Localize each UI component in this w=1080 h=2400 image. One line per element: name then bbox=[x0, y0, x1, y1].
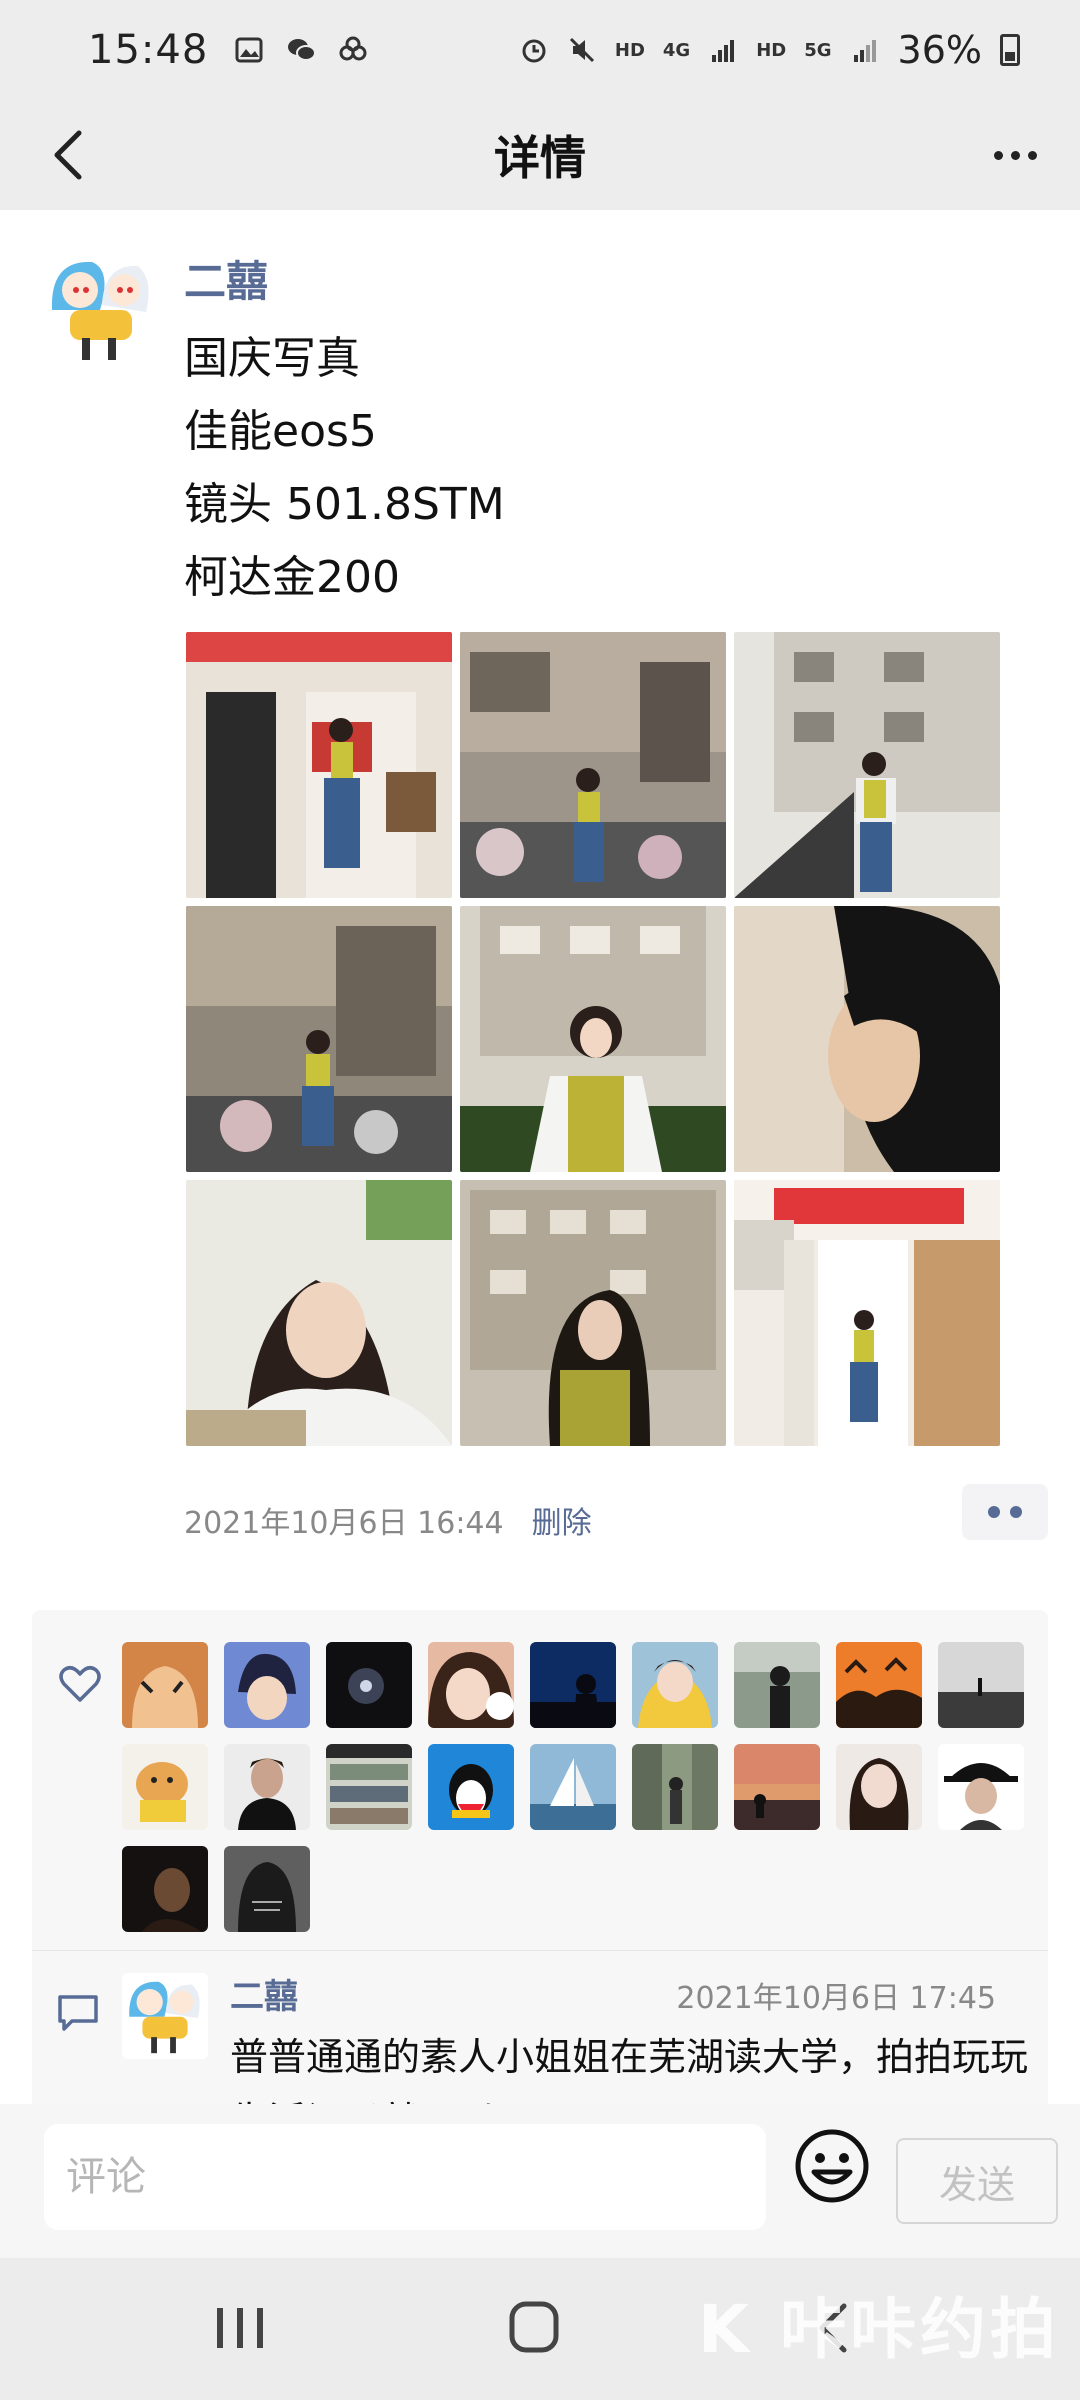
mute-icon bbox=[569, 37, 594, 63]
comment-text: 普普通通的素人小姐姐在芜湖读大学，拍拍玩玩生活记录就可以了 bbox=[230, 2035, 1029, 2105]
comment-input-bar: 发送 bbox=[0, 2104, 1080, 2258]
post-line: 佳能eos5 bbox=[184, 406, 377, 457]
delete-link[interactable]: 删除 bbox=[532, 1498, 592, 1542]
more-button[interactable] bbox=[980, 125, 1050, 185]
home-icon[interactable] bbox=[498, 2298, 568, 2358]
likes-panel bbox=[32, 1610, 1048, 1950]
like-avatar[interactable] bbox=[836, 1642, 922, 1728]
heart-icon bbox=[59, 1666, 101, 1702]
like-avatar-grid bbox=[122, 1642, 1024, 1932]
like-comment-menu-button[interactable] bbox=[962, 1484, 1048, 1540]
like-avatar[interactable] bbox=[326, 1744, 412, 1830]
title-bar: 详情 bbox=[0, 100, 1080, 210]
like-avatar[interactable] bbox=[224, 1744, 310, 1830]
like-avatar[interactable] bbox=[122, 1744, 208, 1830]
alarm-icon bbox=[522, 39, 546, 63]
chevron-left-icon bbox=[54, 130, 82, 180]
post-photo[interactable] bbox=[460, 906, 726, 1172]
post-line: 国庆写真 bbox=[184, 333, 360, 384]
signal-icon bbox=[712, 40, 735, 62]
like-avatar[interactable] bbox=[326, 1642, 412, 1728]
like-avatar[interactable] bbox=[122, 1846, 208, 1932]
post-line: 镜头 501.8STM bbox=[184, 479, 505, 530]
like-avatar[interactable] bbox=[428, 1744, 514, 1830]
back-button[interactable] bbox=[34, 120, 104, 190]
send-button[interactable]: 发送 bbox=[896, 2138, 1058, 2224]
signal-icon-2 bbox=[853, 40, 876, 62]
like-avatar[interactable] bbox=[938, 1642, 1024, 1728]
author-name[interactable]: 二囍 bbox=[184, 248, 268, 309]
like-avatar[interactable] bbox=[530, 1642, 616, 1728]
watermark-logo: K 咔咔约拍 bbox=[697, 2291, 1060, 2368]
post-line: 柯达金200 bbox=[184, 552, 400, 603]
like-avatar[interactable] bbox=[938, 1744, 1024, 1830]
comment-input[interactable] bbox=[44, 2124, 766, 2230]
like-avatar[interactable] bbox=[530, 1744, 616, 1830]
like-avatar[interactable] bbox=[734, 1642, 820, 1728]
5g-label: 5G bbox=[804, 39, 832, 61]
commenter-name[interactable]: 二囍 bbox=[230, 1969, 298, 2018]
like-avatar[interactable] bbox=[836, 1744, 922, 1830]
page-title: 详情 bbox=[494, 131, 586, 185]
more-dot-icon bbox=[993, 150, 1003, 160]
post-photo[interactable] bbox=[186, 1180, 452, 1446]
like-avatar[interactable] bbox=[632, 1744, 718, 1830]
like-avatar[interactable] bbox=[224, 1846, 310, 1932]
app-notification-icon bbox=[339, 36, 367, 61]
author-avatar[interactable] bbox=[42, 250, 160, 368]
hd-label-2: HD bbox=[756, 39, 787, 61]
post-content: 国庆写真 佳能eos5 镜头 501.8STM 柯达金200 bbox=[184, 322, 1004, 614]
status-time: 15:48 bbox=[88, 27, 209, 73]
menu-dot-icon bbox=[1010, 1506, 1022, 1518]
post-meta: 2021年10月6日 16:44 删除 bbox=[184, 1498, 592, 1542]
battery-percent: 36% bbox=[897, 28, 982, 72]
like-avatar[interactable] bbox=[632, 1642, 718, 1728]
post-photo[interactable] bbox=[460, 1180, 726, 1446]
post-photo[interactable] bbox=[734, 632, 1000, 898]
like-avatar[interactable] bbox=[428, 1642, 514, 1728]
like-avatar[interactable] bbox=[224, 1642, 310, 1728]
hd-label: HD bbox=[614, 39, 645, 61]
photo-grid bbox=[186, 632, 1004, 1446]
post-photo[interactable] bbox=[186, 632, 452, 898]
comments-panel: 二囍 2021年10月6日 17:45 普普通通的素人小姐姐在芜湖读大学，拍拍玩… bbox=[32, 1950, 1048, 2105]
more-dot-icon bbox=[1027, 150, 1037, 160]
comment-icon bbox=[58, 1995, 98, 2031]
post-photo[interactable] bbox=[186, 906, 452, 1172]
battery-icon bbox=[1000, 34, 1020, 66]
like-avatar[interactable] bbox=[734, 1744, 820, 1830]
emoji-icon bbox=[795, 2129, 869, 2203]
like-avatar[interactable] bbox=[122, 1642, 208, 1728]
comment-time: 2021年10月6日 17:45 bbox=[676, 1981, 996, 2016]
post-photo[interactable] bbox=[734, 1180, 1000, 1446]
post-photo[interactable] bbox=[460, 632, 726, 898]
emoji-button[interactable] bbox=[794, 2128, 870, 2204]
post-photo[interactable] bbox=[734, 906, 1000, 1172]
menu-dot-icon bbox=[988, 1506, 1000, 1518]
more-dot-icon bbox=[1010, 150, 1020, 160]
status-bar: 15:48 HD 4G HD 5G 36% bbox=[0, 0, 1080, 100]
4g-label: 4G bbox=[662, 39, 691, 61]
commenter-avatar[interactable] bbox=[122, 1973, 208, 2059]
image-notification-icon bbox=[235, 37, 263, 63]
post-timestamp: 2021年10月6日 16:44 bbox=[184, 1506, 504, 1541]
wechat-notification-icon bbox=[288, 39, 317, 61]
recent-apps-icon[interactable] bbox=[205, 2298, 275, 2358]
